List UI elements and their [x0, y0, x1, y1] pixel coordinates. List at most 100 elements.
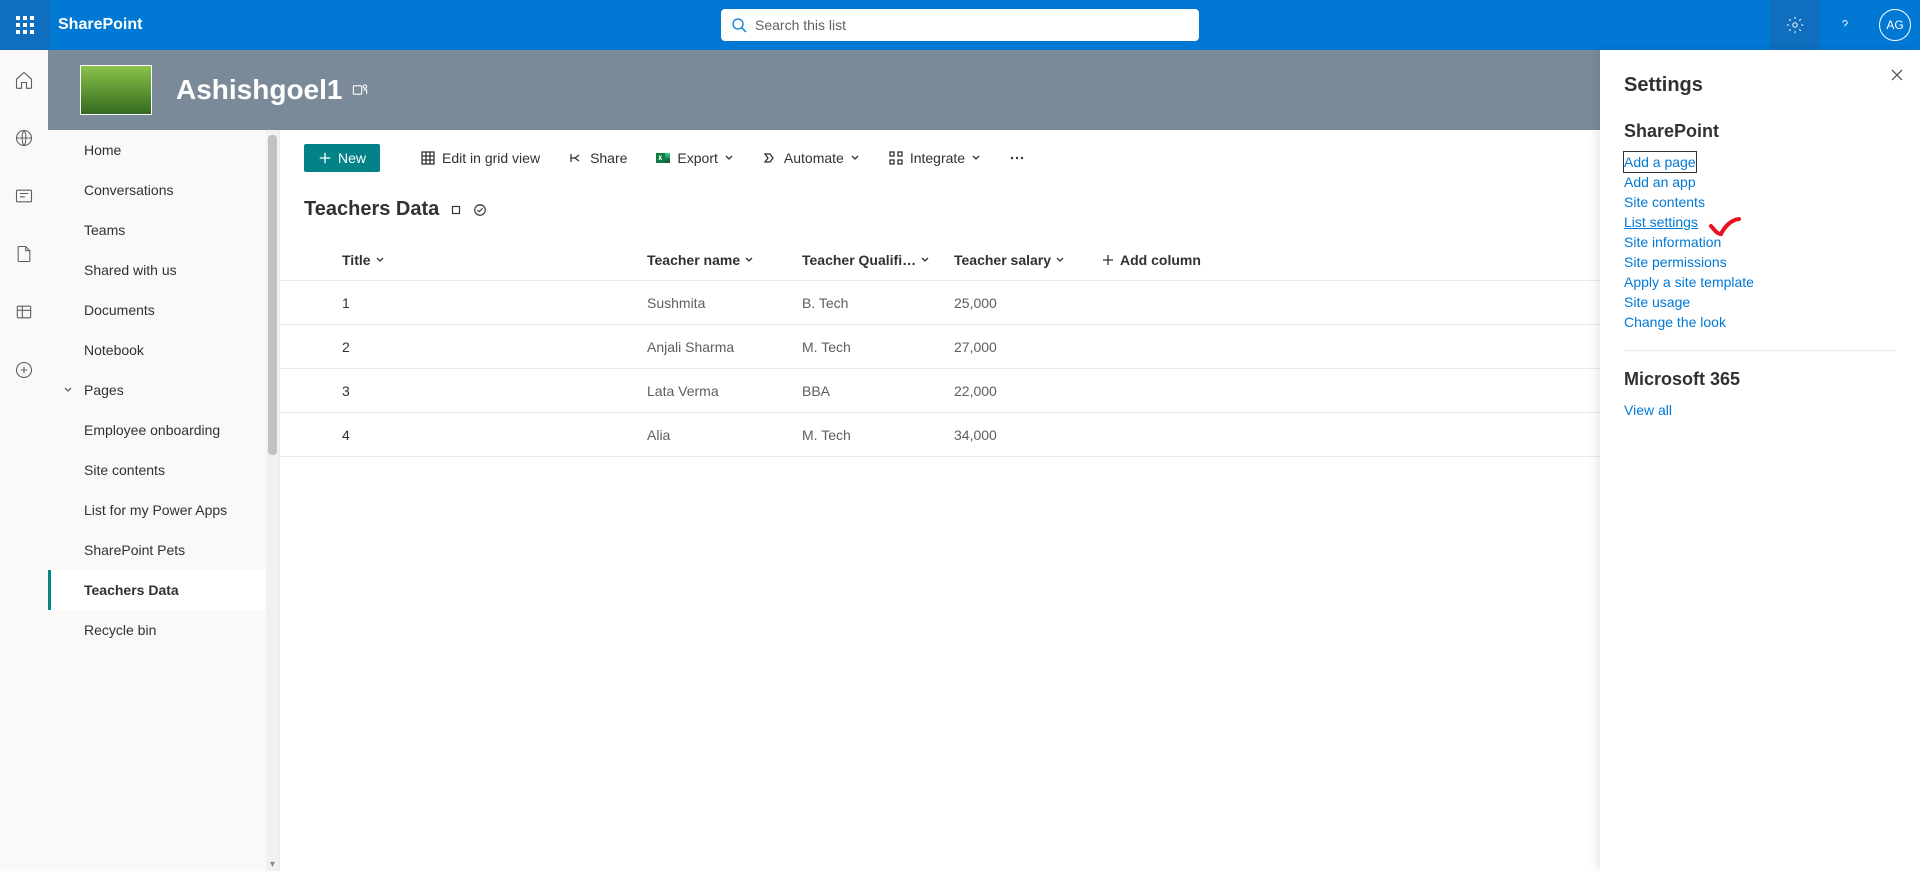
nav-scroll-down[interactable]: ▾ — [266, 857, 279, 871]
settings-link-add-app[interactable]: Add an app — [1624, 172, 1896, 192]
column-label: Teacher name — [647, 252, 740, 268]
nav-item-list-for-my-power-apps[interactable]: List for my Power Apps — [48, 490, 266, 530]
avatar-button[interactable]: AG — [1870, 0, 1920, 50]
nav-item-shared-with-us[interactable]: Shared with us — [48, 250, 266, 290]
nav-item-recycle-bin[interactable]: Recycle bin — [48, 610, 266, 650]
list-title: Teachers Data — [304, 198, 439, 221]
chevron-down-icon — [920, 255, 930, 265]
nav-item-label: Pages — [84, 382, 124, 398]
cell-teacher-salary: 27,000 — [954, 339, 1102, 355]
cell-teacher-name: Lata Verma — [647, 383, 802, 399]
nav-item-teachers-data[interactable]: Teachers Data — [48, 570, 266, 610]
rail-globe-icon[interactable] — [0, 120, 48, 156]
chevron-down-icon — [744, 255, 754, 265]
site-logo[interactable] — [80, 65, 152, 115]
checkmark-circle-icon[interactable] — [473, 203, 487, 217]
cell-teacher-salary: 22,000 — [954, 383, 1102, 399]
chevron-down-icon — [375, 255, 385, 265]
rail-news-icon[interactable] — [0, 178, 48, 214]
rail-create-icon[interactable] — [0, 352, 48, 388]
avatar: AG — [1879, 9, 1911, 41]
settings-link-site-information[interactable]: Site information — [1624, 232, 1896, 252]
close-icon — [1890, 68, 1904, 82]
excel-icon — [655, 150, 671, 166]
column-label: Title — [342, 252, 371, 268]
nav-item-label: Employee onboarding — [84, 422, 220, 438]
nav-item-notebook[interactable]: Notebook — [48, 330, 266, 370]
nav-scrollbar[interactable]: ▾ — [266, 130, 279, 871]
header-actions: AG — [1770, 0, 1920, 50]
settings-button[interactable] — [1770, 0, 1820, 50]
column-header-teacher-salary[interactable]: Teacher salary — [954, 252, 1102, 268]
nav-item-site-contents[interactable]: Site contents — [48, 450, 266, 490]
nav-item-employee-onboarding[interactable]: Employee onboarding — [48, 410, 266, 450]
cell-teacher-qualification: M. Tech — [802, 427, 954, 443]
nav-item-label: Teams — [84, 222, 125, 238]
nav-item-label: SharePoint Pets — [84, 542, 185, 558]
site-title-text[interactable]: Ashishgoel1 — [176, 74, 342, 106]
app-launcher-button[interactable] — [0, 0, 50, 50]
rail-files-icon[interactable] — [0, 236, 48, 272]
nav-item-sharepoint-pets[interactable]: SharePoint Pets — [48, 530, 266, 570]
settings-link-apply-template[interactable]: Apply a site template — [1624, 272, 1896, 292]
integrate-label: Integrate — [910, 150, 965, 166]
integrate-icon — [888, 150, 904, 166]
cell-teacher-salary: 34,000 — [954, 427, 1102, 443]
rail-lists-icon[interactable] — [0, 294, 48, 330]
nav-item-label: Site contents — [84, 462, 165, 478]
close-panel-button[interactable] — [1890, 68, 1904, 82]
settings-link-site-contents[interactable]: Site contents — [1624, 192, 1896, 212]
chevron-down-icon — [850, 153, 860, 163]
column-header-title[interactable]: Title — [342, 252, 647, 268]
nav-item-pages[interactable]: Pages — [48, 370, 266, 410]
sync-icon[interactable] — [449, 203, 463, 217]
cell-teacher-name: Alia — [647, 427, 802, 443]
cell-teacher-qualification: B. Tech — [802, 295, 954, 311]
chevron-down-icon — [62, 384, 74, 396]
settings-link-view-all[interactable]: View all — [1624, 400, 1896, 420]
help-button[interactable] — [1820, 0, 1870, 50]
export-button[interactable]: Export — [647, 144, 741, 172]
settings-panel: Settings SharePoint Add a page Add an ap… — [1600, 50, 1920, 871]
settings-link-site-permissions[interactable]: Site permissions — [1624, 252, 1896, 272]
new-button-label: New — [338, 150, 366, 166]
settings-link-list-settings[interactable]: List settings — [1624, 212, 1896, 232]
settings-link-add-page[interactable]: Add a page — [1624, 152, 1696, 172]
automate-button[interactable]: Automate — [754, 144, 868, 172]
new-button[interactable]: New — [304, 144, 380, 172]
cell-title: 3 — [342, 383, 647, 399]
nav-item-teams[interactable]: Teams — [48, 210, 266, 250]
search-input[interactable] — [721, 9, 1199, 41]
share-icon — [568, 150, 584, 166]
cell-teacher-name: Sushmita — [647, 295, 802, 311]
integrate-button[interactable]: Integrate — [880, 144, 989, 172]
nav-item-home[interactable]: Home — [48, 130, 266, 170]
cell-title: 4 — [342, 427, 647, 443]
settings-link-change-look[interactable]: Change the look — [1624, 312, 1896, 332]
column-header-teacher-name[interactable]: Teacher name — [647, 252, 802, 268]
nav-scroll-thumb[interactable] — [268, 135, 277, 455]
settings-link-site-usage[interactable]: Site usage — [1624, 292, 1896, 312]
add-column-button[interactable]: Add column — [1102, 252, 1201, 268]
app-name[interactable]: SharePoint — [58, 16, 142, 34]
chevron-down-icon — [971, 153, 981, 163]
nav-item-label: Recycle bin — [84, 622, 156, 638]
nav-item-conversations[interactable]: Conversations — [48, 170, 266, 210]
panel-section-sharepoint: SharePoint — [1624, 121, 1896, 142]
more-actions-button[interactable] — [1001, 144, 1033, 172]
plus-icon — [318, 151, 332, 165]
search-container — [721, 9, 1199, 41]
chevron-down-icon — [724, 153, 734, 163]
rail-home-icon[interactable] — [0, 62, 48, 98]
nav-item-label: Teachers Data — [84, 582, 179, 598]
cell-teacher-qualification: M. Tech — [802, 339, 954, 355]
nav-item-label: List for my Power Apps — [84, 502, 227, 518]
app-header: SharePoint AG — [0, 0, 1920, 50]
export-label: Export — [677, 150, 717, 166]
column-header-teacher-qualification[interactable]: Teacher Qualifi… — [802, 252, 954, 268]
nav-item-label: Conversations — [84, 182, 174, 198]
nav-item-documents[interactable]: Documents — [48, 290, 266, 330]
edit-grid-button[interactable]: Edit in grid view — [412, 144, 548, 172]
cell-teacher-name: Anjali Sharma — [647, 339, 802, 355]
share-button[interactable]: Share — [560, 144, 635, 172]
